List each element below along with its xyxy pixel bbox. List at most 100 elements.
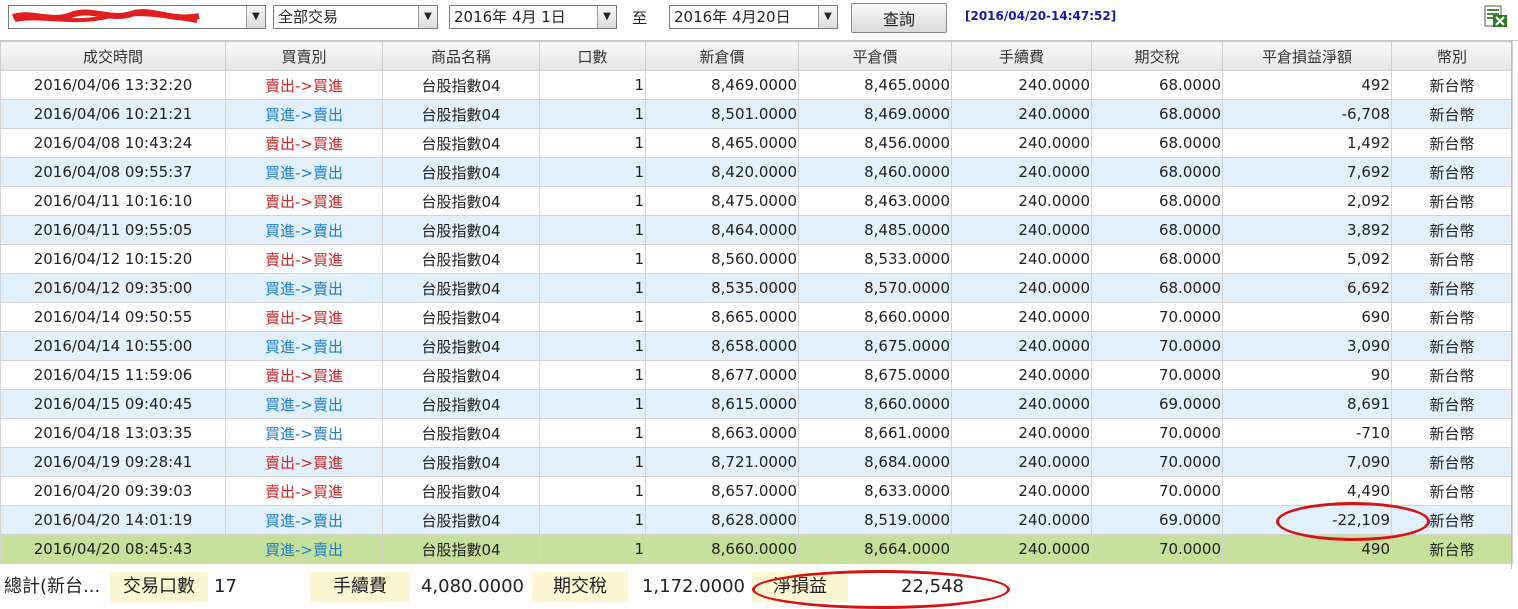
cell-pnl: -6,708 [1222,99,1392,129]
cell-open-price: 8,663.0000 [645,418,799,448]
cell-qty: 1 [539,302,646,332]
query-button[interactable]: 查詢 [851,3,947,33]
cell-pnl: -710 [1222,418,1392,448]
table-row[interactable]: 2016/04/15 11:59:06 賣出->買進 台股指數04 1 8,677.00… [0,360,1513,390]
cell-product: 台股指數04 [382,331,540,361]
cell-open-price: 8,464.0000 [645,215,799,245]
chevron-down-icon[interactable]: ▼ [597,6,616,28]
column-header[interactable]: 口數 [539,41,646,71]
cell-pnl: 8,691 [1222,389,1392,419]
trade-type-select[interactable]: 全部交易 ▼ [273,5,438,29]
table-row[interactable]: 2016/04/06 13:32:20 賣出->買進 台股指數04 1 8,469.00… [0,70,1513,100]
cell-pnl: 5,092 [1222,244,1392,274]
trade-table: 成交時間 買賣別 商品名稱 口數 新倉價 平倉價 手續費 期交稅 平倉損益淨額 幣別 2016/0… [0,41,1513,564]
column-header[interactable]: 買賣別 [225,41,383,71]
cell-side: 買進->賣出 [225,215,383,245]
cell-close-price: 8,684.0000 [798,447,952,477]
cell-time: 2016/04/11 10:16:10 [0,186,226,216]
date-range-to-label: 至 [632,9,648,27]
cell-product: 台股指數04 [382,476,540,506]
cell-pnl: 2,092 [1222,186,1392,216]
cell-tax: 70.0000 [1091,331,1223,361]
cell-open-price: 8,465.0000 [645,128,799,158]
table-row[interactable]: 2016/04/14 10:55:00 買進->賣出 台股指數04 1 8,658.00… [0,331,1513,361]
cell-close-price: 8,664.0000 [798,534,952,564]
table-row[interactable]: 2016/04/08 09:55:37 買進->賣出 台股指數04 1 8,420.00… [0,157,1513,187]
column-header[interactable]: 新倉價 [645,41,799,71]
table-row[interactable]: 2016/04/11 09:55:05 買進->賣出 台股指數04 1 8,464.00… [0,215,1513,245]
column-header[interactable]: 幣別 [1391,41,1513,71]
table-row[interactable]: 2016/04/11 10:16:10 賣出->買進 台股指數04 1 8,475.00… [0,186,1513,216]
cell-fee: 240.0000 [951,389,1092,419]
cell-side: 賣出->買進 [225,476,383,506]
cell-product: 台股指數04 [382,99,540,129]
cell-close-price: 8,469.0000 [798,99,952,129]
table-row[interactable]: 2016/04/19 09:28:41 賣出->買進 台股指數04 1 8,721.00… [0,447,1513,477]
cell-open-price: 8,420.0000 [645,157,799,187]
column-header[interactable]: 手續費 [951,41,1092,71]
table-row[interactable]: 2016/04/20 14:01:19 買進->賣出 台股指數04 1 8,628.00… [0,505,1513,535]
cell-fee: 240.0000 [951,157,1092,187]
chevron-down-icon[interactable]: ▼ [246,6,265,28]
date-from-picker[interactable]: 2016年 4月 1日 ▼ [449,5,617,29]
cell-fee: 240.0000 [951,302,1092,332]
table-row[interactable]: 2016/04/20 09:39:03 賣出->買進 台股指數04 1 8,657.00… [0,476,1513,506]
table-row[interactable]: 2016/04/12 10:15:20 賣出->買進 台股指數04 1 8,560.00… [0,244,1513,274]
column-header[interactable]: 期交稅 [1091,41,1223,71]
cell-fee: 240.0000 [951,505,1092,535]
cell-tax: 68.0000 [1091,128,1223,158]
cell-product: 台股指數04 [382,128,540,158]
cell-tax: 68.0000 [1091,186,1223,216]
cell-fee: 240.0000 [951,186,1092,216]
cell-time: 2016/04/12 09:35:00 [0,273,226,303]
date-to-picker[interactable]: 2016年 4月20日 ▼ [669,5,838,29]
table-row[interactable]: 2016/04/12 09:35:00 買進->賣出 台股指數04 1 8,535.00… [0,273,1513,303]
cell-product: 台股指數04 [382,505,540,535]
cell-currency: 新台幣 [1391,360,1513,390]
cell-time: 2016/04/19 09:28:41 [0,447,226,477]
table-row[interactable]: 2016/04/15 09:40:45 買進->賣出 台股指數04 1 8,615.00… [0,389,1513,419]
table-row[interactable]: 2016/04/06 10:21:21 買進->賣出 台股指數04 1 8,501.00… [0,99,1513,129]
table-row[interactable]: 2016/04/18 13:03:35 買進->賣出 台股指數04 1 8,663.00… [0,418,1513,448]
chevron-down-icon[interactable]: ▼ [818,6,837,28]
cell-currency: 新台幣 [1391,186,1513,216]
column-header[interactable]: 平倉損益淨額 [1222,41,1392,71]
column-header[interactable]: 商品名稱 [382,41,540,71]
cell-fee: 240.0000 [951,331,1092,361]
cell-time: 2016/04/12 10:15:20 [0,244,226,274]
chevron-down-icon[interactable]: ▼ [418,6,437,28]
cell-qty: 1 [539,534,646,564]
cell-close-price: 8,463.0000 [798,186,952,216]
cell-qty: 1 [539,476,646,506]
excel-export-icon[interactable] [1484,4,1508,28]
table-row[interactable]: 2016/04/08 10:43:24 賣出->買進 台股指數04 1 8,465.00… [0,128,1513,158]
cell-open-price: 8,677.0000 [645,360,799,390]
cell-fee: 240.0000 [951,476,1092,506]
summary-fee-label: 手續費 [310,572,410,602]
trade-type-value: 全部交易 [278,8,339,26]
column-header[interactable]: 平倉價 [798,41,952,71]
column-header[interactable]: 成交時間 [0,41,226,71]
cell-close-price: 8,533.0000 [798,244,952,274]
date-to-value: 2016年 4月20日 [674,8,791,26]
cell-pnl: 492 [1222,70,1392,100]
cell-close-price: 8,660.0000 [798,389,952,419]
cell-tax: 69.0000 [1091,389,1223,419]
table-header-row: 成交時間 買賣別 商品名稱 口數 新倉價 平倉價 手續費 期交稅 平倉損益淨額 幣別 [0,41,1513,71]
cell-side: 賣出->買進 [225,128,383,158]
cell-time: 2016/04/06 10:21:21 [0,99,226,129]
cell-side: 買進->賣出 [225,534,383,564]
cell-pnl: 690 [1222,302,1392,332]
cell-close-price: 8,456.0000 [798,128,952,158]
cell-open-price: 8,660.0000 [645,534,799,564]
cell-close-price: 8,519.0000 [798,505,952,535]
table-row[interactable]: 2016/04/14 09:50:55 賣出->買進 台股指數04 1 8,665.00… [0,302,1513,332]
cell-currency: 新台幣 [1391,157,1513,187]
cell-close-price: 8,485.0000 [798,215,952,245]
account-select[interactable]: ▼ [8,5,266,29]
table-right-border [1511,41,1512,569]
cell-side: 買進->賣出 [225,418,383,448]
cell-close-price: 8,465.0000 [798,70,952,100]
table-row[interactable]: 2016/04/20 08:45:43 買進->賣出 台股指數04 1 8,660.00… [0,534,1513,564]
summary-net-label: 淨損益 [752,572,848,602]
